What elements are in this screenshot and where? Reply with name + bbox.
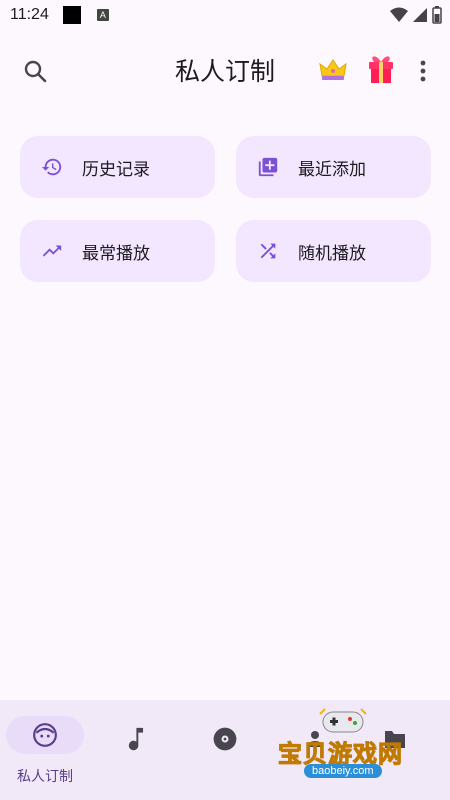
gift-icon — [369, 56, 393, 83]
bottom-navigation: 私人订制 — [0, 700, 450, 800]
nav-item-private-custom[interactable]: 私人订制 — [0, 700, 90, 800]
person-icon — [307, 731, 323, 747]
recently-added-label: 最近添加 — [298, 159, 366, 180]
gift-button[interactable] — [364, 50, 398, 88]
shuffle-play-label: 随机播放 — [298, 243, 366, 264]
crown-icon — [319, 59, 347, 80]
nav-label-private-custom: 私人订制 — [17, 769, 73, 785]
more-vert-icon — [420, 60, 426, 82]
shuffle-play-card[interactable]: 随机播放 — [236, 220, 431, 282]
a-notification-icon: A — [96, 9, 109, 21]
status-time: 11:24 — [10, 6, 49, 23]
most-played-card[interactable]: 最常播放 — [20, 220, 215, 282]
status-bar: 11:24 A — [0, 0, 450, 30]
recently-added-card[interactable]: 最近添加 — [236, 136, 431, 198]
nav-active-indicator — [6, 716, 84, 754]
search-icon — [24, 60, 47, 83]
trending-up-icon — [40, 239, 64, 263]
signal-icon — [413, 8, 427, 22]
more-options-button[interactable] — [410, 56, 436, 86]
battery-icon — [432, 6, 442, 24]
premium-button[interactable] — [316, 54, 350, 86]
nav-item-albums[interactable] — [202, 716, 248, 762]
library-add-icon — [256, 155, 280, 179]
shuffle-icon — [256, 239, 280, 263]
history-card[interactable]: 历史记录 — [20, 136, 215, 198]
music-note-icon — [128, 727, 144, 751]
wifi-icon — [390, 7, 408, 22]
folder-icon — [385, 731, 405, 748]
history-label: 历史记录 — [82, 159, 150, 180]
nav-item-songs[interactable] — [112, 716, 158, 762]
nav-item-artists[interactable] — [292, 716, 338, 762]
search-button[interactable] — [20, 56, 50, 86]
nav-item-folders[interactable] — [372, 716, 418, 762]
notification-icon — [62, 6, 81, 24]
history-icon — [40, 155, 64, 179]
top-app-bar: 私人订制 — [0, 40, 450, 100]
most-played-label: 最常播放 — [82, 243, 150, 264]
face-icon — [33, 723, 57, 747]
album-icon — [213, 727, 237, 751]
